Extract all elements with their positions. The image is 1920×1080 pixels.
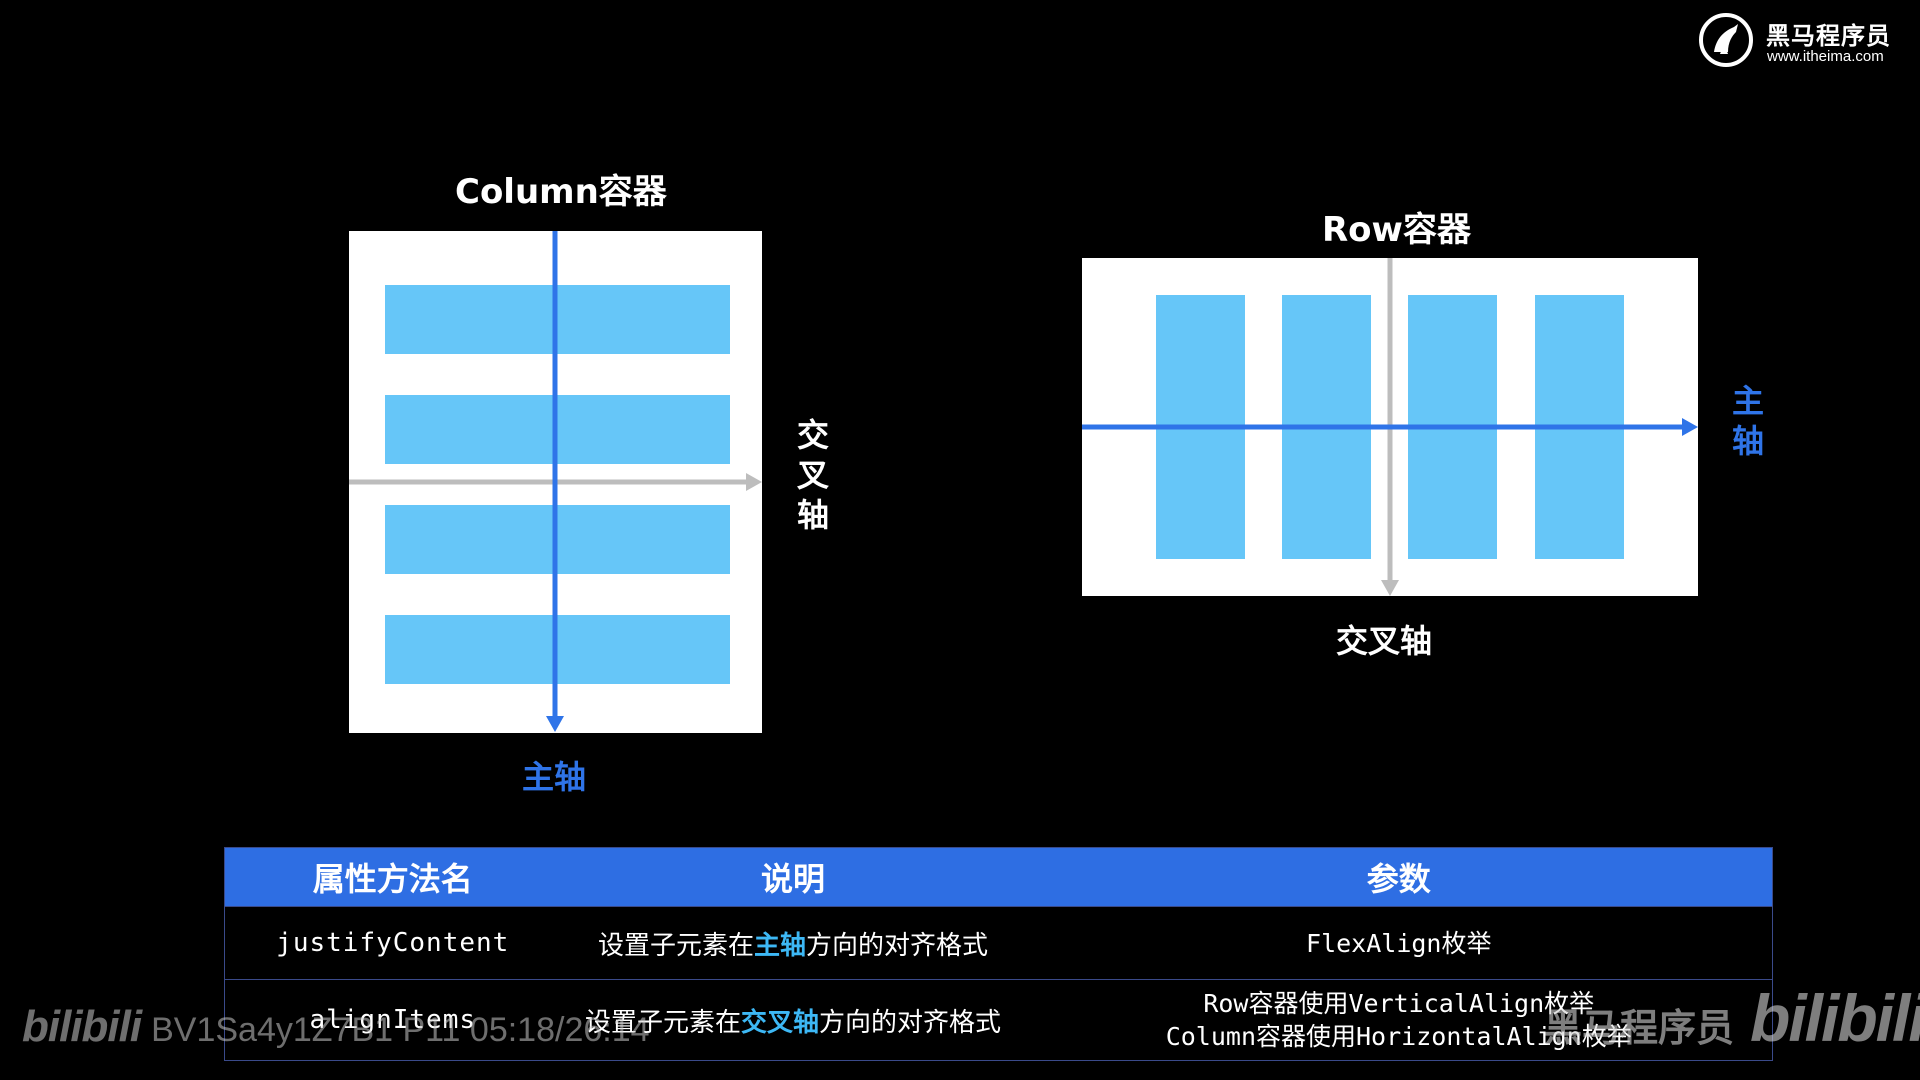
description-text: 方向的对齐格式 (819, 1007, 1002, 1038)
description-text: 方向的对齐格式 (806, 930, 989, 961)
param-cell: FlexAlign枚举 (1025, 906, 1773, 980)
description-cell: 设置子元素在主轴方向的对齐格式 (560, 906, 1026, 980)
bilibili-logo: bilibili (22, 1002, 142, 1051)
bilibili-channel-watermark: 黑马程序员 bilibili (1544, 980, 1920, 1056)
bilibili-logo: bilibili (1750, 981, 1920, 1055)
bilibili-video-watermark: bilibili BV1Sa4y1Z7B1 P11 05:18/26:14 (22, 1002, 650, 1052)
property-name-cell: justifyContent (224, 906, 561, 980)
table-header-cell: 说明 (560, 847, 1026, 907)
table-header-cell: 参数 (1025, 847, 1773, 907)
description-highlight: 交叉轴 (740, 1007, 819, 1038)
table-header-row: 属性方法名 说明 参数 (224, 847, 1773, 907)
description-text: 设置子元素在 (597, 930, 754, 961)
row-cross-axis-arrowhead (1381, 580, 1399, 596)
row-main-axis-label: 主轴 (1727, 384, 1765, 464)
row-cross-axis-label: 交叉轴 (1336, 622, 1433, 660)
description-highlight: 主轴 (753, 930, 806, 961)
table-row: justifyContent 设置子元素在主轴方向的对齐格式 FlexAlign… (224, 906, 1773, 980)
row-main-axis-arrowhead (1682, 418, 1698, 436)
table-header-cell: 属性方法名 (224, 847, 561, 907)
param-line: FlexAlign枚举 (1306, 928, 1492, 958)
channel-name-watermark: 黑马程序员 (1544, 1006, 1735, 1050)
video-info-text: BV1Sa4y1Z7B1 P11 05:18/26:14 (151, 1011, 650, 1049)
